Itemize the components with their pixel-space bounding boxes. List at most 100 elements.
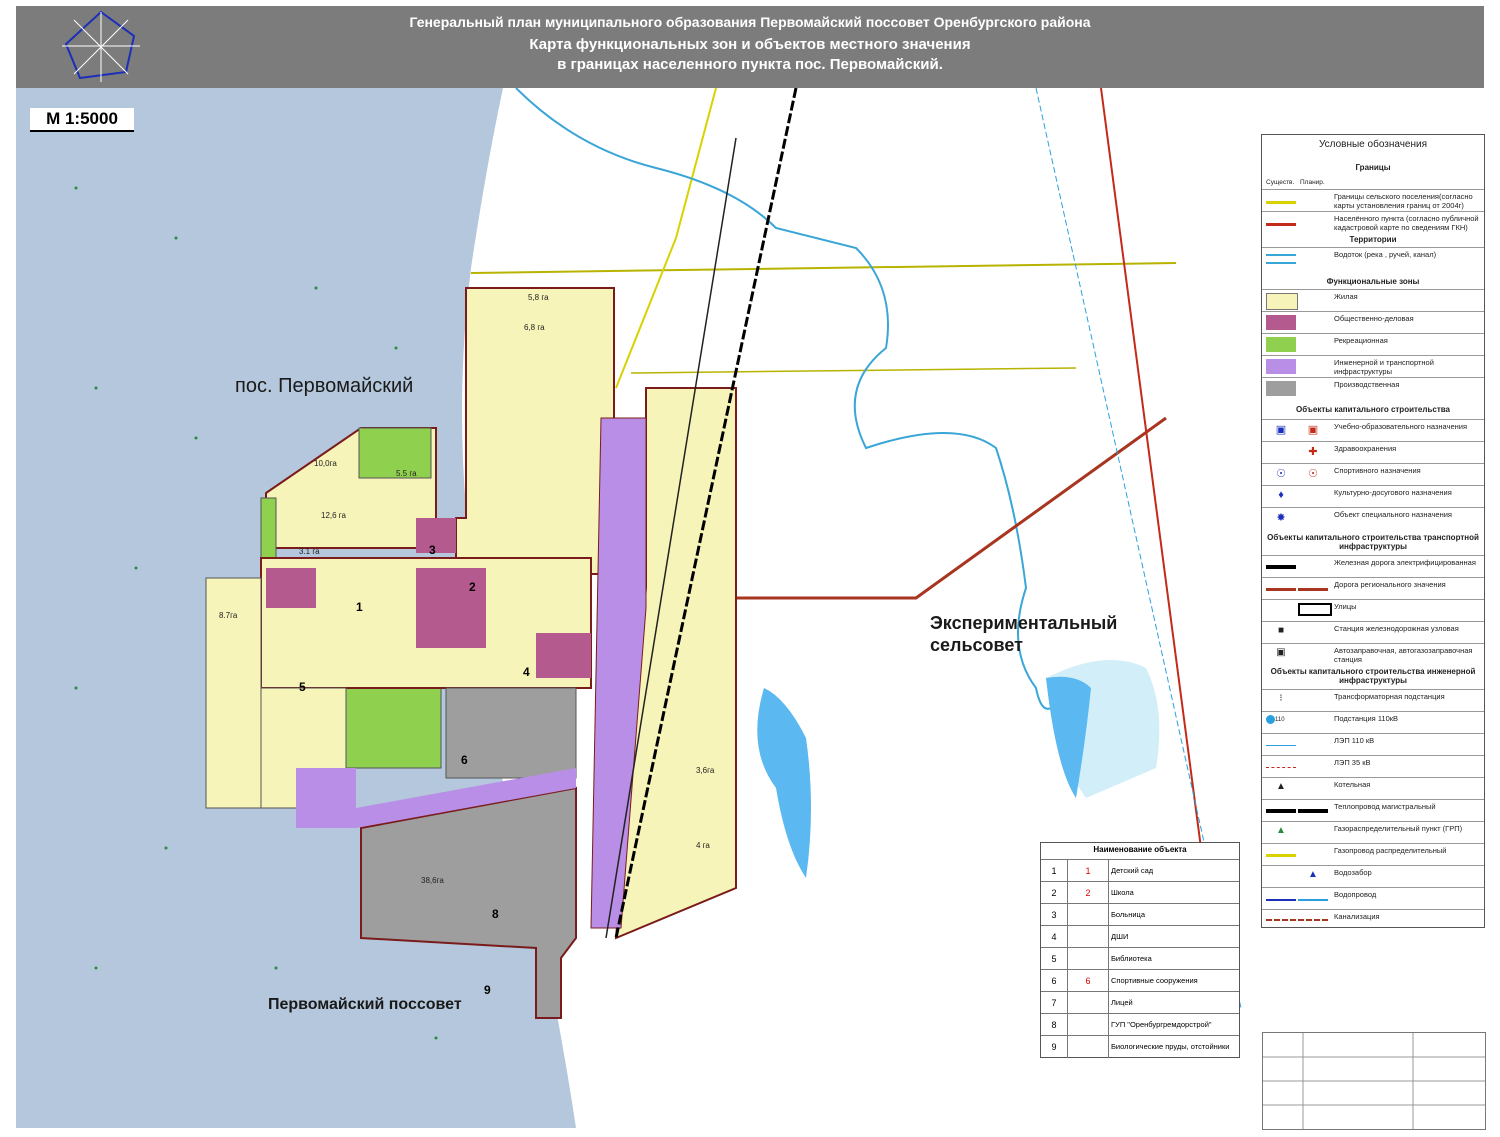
- legend-label: ЛЭП 35 кВ: [1334, 758, 1371, 767]
- fuel-icon: ▣: [1276, 647, 1286, 658]
- legend-label: Железная дорога электрифицированная: [1334, 558, 1476, 567]
- special-object-icon: ✸: [1276, 512, 1286, 524]
- legend-row: Теплопровод магистральный: [1262, 799, 1484, 822]
- legend-section-engineering: Объекты капитального строительства инжен…: [1270, 667, 1476, 685]
- legend-label: Производственная: [1334, 380, 1400, 389]
- legend-row: ЛЭП 110 кВ: [1262, 733, 1484, 756]
- legend-section-borders: Границы: [1355, 163, 1391, 172]
- row-number: 8: [1041, 1014, 1068, 1036]
- objects-table-row: 4 ДШИ: [1041, 925, 1239, 948]
- legend-label: Учебно-образовательного назначения: [1334, 422, 1468, 431]
- legend-title: Условные обозначения: [1318, 139, 1428, 150]
- transformer-icon: ⁝: [1279, 693, 1283, 704]
- area-label: 10,0га: [314, 459, 337, 468]
- stamp-grid: [1263, 1033, 1485, 1129]
- legend-swatch: [1266, 759, 1296, 768]
- row-object-name: Библиотека: [1111, 954, 1152, 963]
- rural-border-3: [615, 88, 717, 389]
- row-symbol: 2: [1068, 882, 1109, 904]
- marker: 4: [523, 665, 530, 679]
- marker: 3: [429, 543, 436, 557]
- legend-label: Рекреационная: [1334, 336, 1388, 345]
- culture-icon: ♦: [1278, 489, 1284, 501]
- legend-section-capital: Объекты капитального строительства: [1296, 405, 1450, 414]
- zone-business-3: [536, 633, 591, 678]
- council-label: Экспериментальный сельсовет: [930, 612, 1117, 656]
- legend-swatch: [1298, 603, 1332, 616]
- legend-label: Теплопровод магистральный: [1334, 802, 1436, 811]
- legend-label: Водозабор: [1334, 868, 1372, 877]
- legend-row: 110 Подстанция 110кВ: [1262, 711, 1484, 734]
- row-number: 5: [1041, 948, 1068, 970]
- row-object-name: Школа: [1111, 888, 1134, 897]
- legend-panel: Условные обозначения Границы Существ. Пл…: [1261, 134, 1485, 928]
- row-number: 2: [1041, 882, 1068, 904]
- objects-table-row: 7 Лицей: [1041, 991, 1239, 1014]
- legend-section-territories: Территории: [1349, 235, 1397, 244]
- area-label: 5,8 га: [528, 293, 549, 302]
- legend-row: Общественно-деловая: [1262, 311, 1484, 334]
- legend-row: ▲ Водозабор: [1262, 865, 1484, 888]
- row-symbol: 1: [1068, 860, 1109, 882]
- marker: 8: [492, 907, 499, 921]
- row-symbol: [1068, 992, 1109, 1014]
- legend-label: Водоток (река , ручей, канал): [1334, 250, 1437, 259]
- legend-row: ♦ Культурно-досугового назначения: [1262, 485, 1484, 508]
- row-number: 6: [1041, 970, 1068, 992]
- legend-swatch: [1266, 337, 1296, 352]
- objects-table-title: Наименование объекта: [1093, 845, 1187, 854]
- row-object-name: Больница: [1111, 910, 1146, 919]
- legend-swatch: [1298, 913, 1328, 921]
- legend-label: Водопровод: [1334, 890, 1377, 899]
- title-banner: Генеральный план муниципального образова…: [16, 6, 1484, 88]
- legend-row: Рекреационная: [1262, 333, 1484, 356]
- legend-section-zones: Функциональные зоны: [1326, 277, 1420, 286]
- station-icon: ■: [1277, 625, 1285, 636]
- legend-swatch: [1266, 315, 1296, 330]
- objects-table-row: 9 Биологические пруды, отстойники: [1041, 1035, 1239, 1058]
- school-icon: ▣: [1275, 424, 1287, 436]
- marker: 2: [469, 580, 476, 594]
- row-object-name: ДШИ: [1111, 932, 1129, 941]
- legend-swatch: [1266, 381, 1296, 396]
- row-object-name: Спортивные сооружения: [1111, 976, 1198, 985]
- legend-swatch: [1266, 293, 1298, 310]
- legend-swatch: [1266, 803, 1296, 813]
- legend-label: Общественно-деловая: [1334, 314, 1414, 323]
- row-symbol: [1068, 1036, 1109, 1058]
- legend-row: Водопровод: [1262, 887, 1484, 910]
- legend-col-plan: Планир.: [1300, 179, 1325, 186]
- row-number: 1: [1041, 860, 1068, 882]
- row-symbol: [1068, 926, 1109, 948]
- legend-row: Дорога регионального значения: [1262, 577, 1484, 600]
- objects-table-row: 1 1 Детский сад: [1041, 859, 1239, 882]
- legend-swatch: [1298, 891, 1328, 901]
- legend-row: Границы сельского поселения(согласно кар…: [1262, 189, 1484, 212]
- legend-label: Населённого пункта (согласно публичной к…: [1334, 214, 1479, 232]
- objects-table-row: 5 Библиотека: [1041, 947, 1239, 970]
- legend-row: Водоток (река , ручей, канал): [1262, 247, 1484, 270]
- row-symbol: [1068, 948, 1109, 970]
- hospital-icon: ✚: [1308, 446, 1318, 458]
- substation-icon: 110: [1266, 715, 1296, 730]
- legend-row: ▣ ▣ Учебно-образовательного назначения: [1262, 419, 1484, 442]
- lake-west: [757, 688, 811, 878]
- row-symbol: 6: [1068, 970, 1109, 992]
- legend-label: Станция железнодорожная узловая: [1334, 624, 1459, 633]
- area-label: 38,6га: [421, 876, 444, 885]
- legend-label: Автозаправочная, автогазозаправочная ста…: [1334, 646, 1473, 664]
- legend-row: Улицы: [1262, 599, 1484, 622]
- legend-row: Канализация: [1262, 909, 1484, 927]
- council-label-line2: сельсовет: [930, 635, 1023, 655]
- marker: 9: [484, 983, 491, 997]
- row-object-name: ГУП "Оренбургремдорстрой": [1111, 1020, 1212, 1029]
- area-label: 4 га: [696, 841, 710, 850]
- title-line-2: Карта функциональных зон и объектов мест…: [529, 36, 971, 53]
- zone-recreation-3: [345, 687, 442, 769]
- legend-label: Культурно-досугового назначения: [1334, 488, 1452, 497]
- marker: 6: [461, 753, 468, 767]
- row-object-name: Биологические пруды, отстойники: [1111, 1042, 1230, 1051]
- area-label: 6,8 га: [524, 323, 545, 332]
- legend-swatch: [1266, 559, 1296, 569]
- area-label: 3,6га: [696, 766, 715, 775]
